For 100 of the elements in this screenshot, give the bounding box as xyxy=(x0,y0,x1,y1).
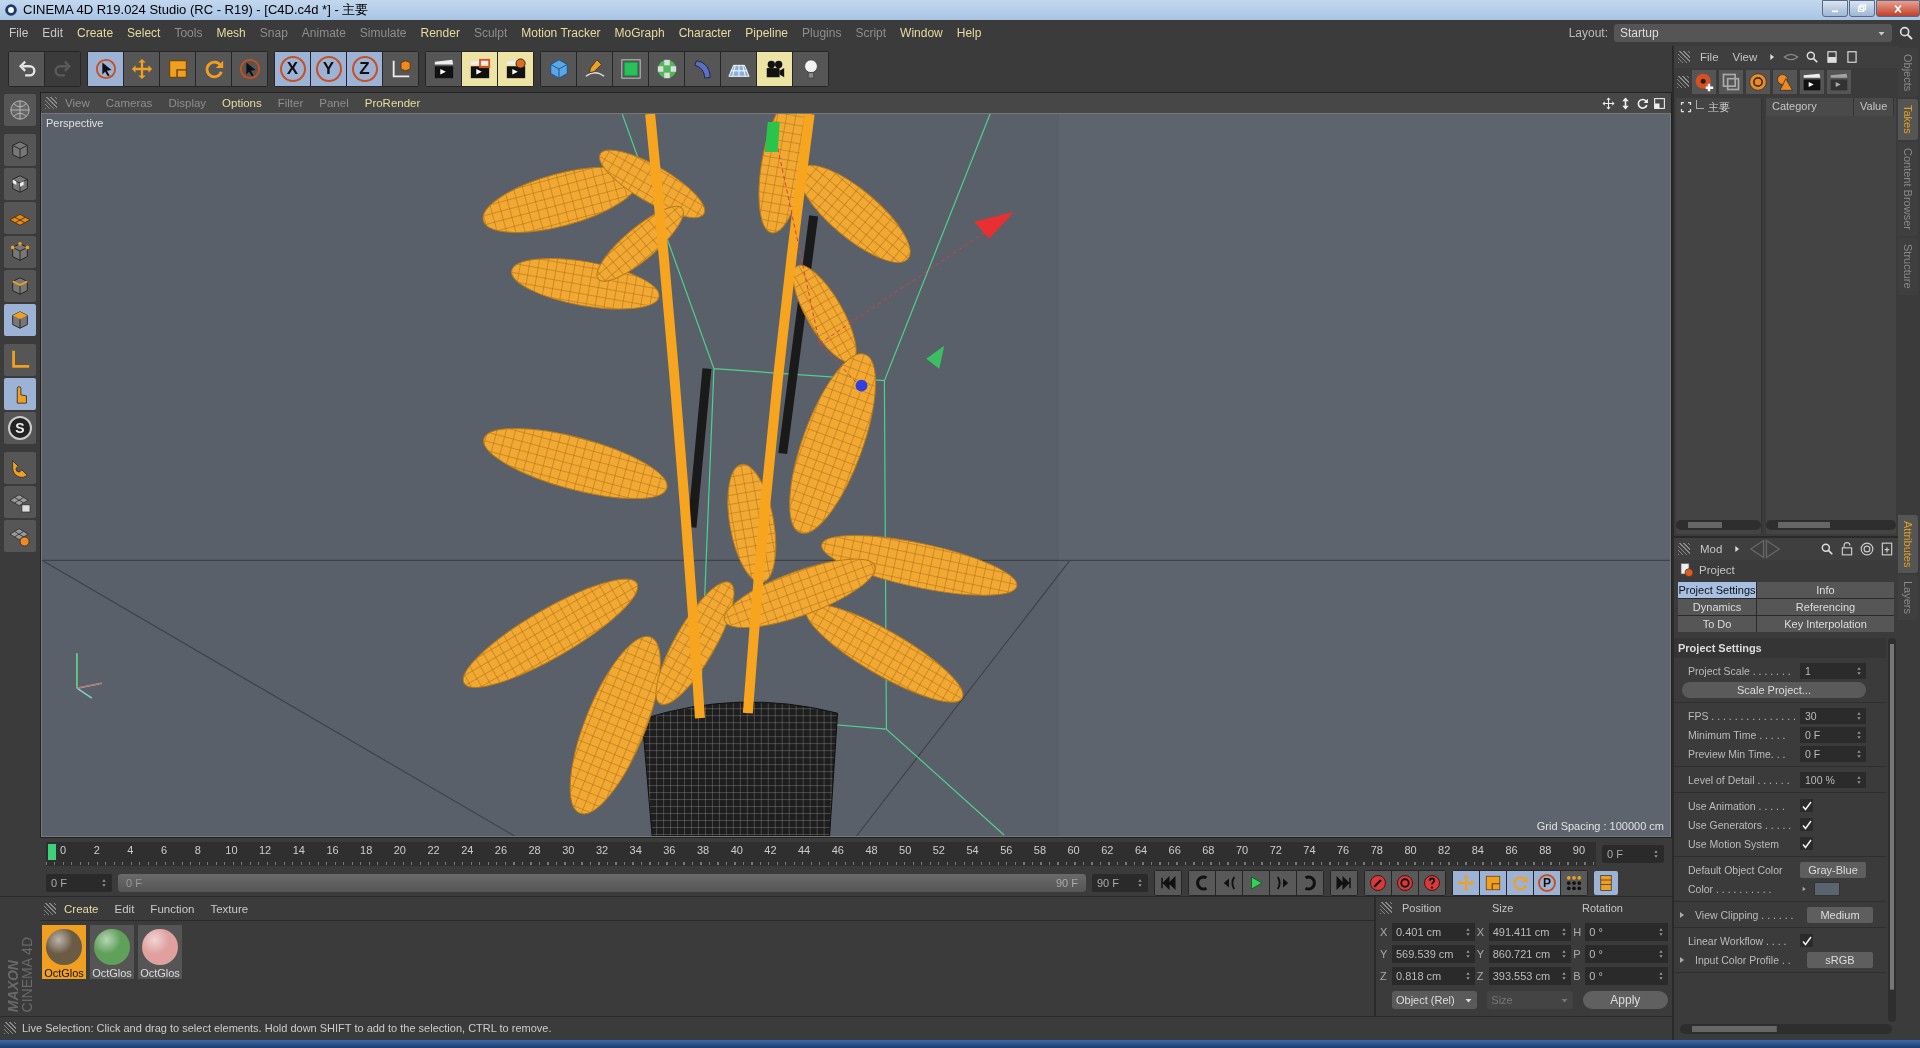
grip-icon[interactable] xyxy=(44,902,56,915)
record-button[interactable] xyxy=(1392,871,1418,895)
menu-item[interactable]: File xyxy=(2,26,36,40)
tab[interactable]: Project Settings xyxy=(1678,582,1756,598)
grip-icon[interactable] xyxy=(1678,543,1690,555)
minimize-button[interactable] xyxy=(1822,0,1848,17)
tool-button[interactable] xyxy=(793,52,828,86)
playback-button[interactable] xyxy=(1297,871,1323,895)
menu-item[interactable]: Help xyxy=(949,26,989,40)
horizontal-scrollbar[interactable] xyxy=(1676,520,1761,530)
menu-item[interactable]: ProRender xyxy=(356,97,429,109)
menu-item[interactable]: Mesh xyxy=(209,26,253,40)
material-swatch[interactable]: OctGlos xyxy=(90,925,134,979)
menu-item[interactable]: Motion Tracker xyxy=(514,26,608,40)
material-swatch[interactable]: OctGlos xyxy=(138,925,182,979)
axis-toggle[interactable]: Z xyxy=(347,52,382,86)
tool-button[interactable] xyxy=(1692,70,1716,94)
tool-button[interactable] xyxy=(383,52,418,86)
dropdown[interactable]: Medium xyxy=(1807,906,1873,923)
coordinate-field[interactable]: 0.818 cm xyxy=(1392,967,1475,985)
horizontal-scrollbar[interactable] xyxy=(1680,1024,1892,1034)
number-field[interactable]: 30 xyxy=(1800,707,1866,724)
view-control[interactable] xyxy=(1601,95,1616,111)
axis-toggle[interactable]: Y xyxy=(311,52,346,86)
color-swatch[interactable] xyxy=(1814,881,1840,896)
tool-button[interactable] xyxy=(721,52,756,86)
menu-item[interactable]: Simulate xyxy=(352,26,414,40)
menu-item[interactable]: View xyxy=(1728,51,1762,63)
playback-button[interactable] xyxy=(1155,871,1181,895)
tool-button[interactable]: S xyxy=(4,412,36,444)
tab[interactable]: Dynamics xyxy=(1678,599,1756,615)
playback-button[interactable] xyxy=(1331,871,1357,895)
coordinate-field[interactable]: 491.411 cm xyxy=(1488,923,1572,941)
grip-icon[interactable] xyxy=(1380,902,1392,914)
menu-item[interactable]: Sculpt xyxy=(466,26,515,40)
key-track-toggle[interactable]: P xyxy=(1534,871,1560,895)
tab[interactable]: Referencing xyxy=(1757,599,1894,615)
tool-button[interactable] xyxy=(426,52,461,86)
tool-button[interactable] xyxy=(462,52,497,86)
axis-toggle[interactable]: X xyxy=(275,52,310,86)
menu-item[interactable]: Select xyxy=(120,26,168,40)
tool-button[interactable] xyxy=(498,52,533,86)
coordinate-field[interactable]: 393.553 cm xyxy=(1488,967,1572,985)
menu-item[interactable]: Character xyxy=(671,26,739,40)
material-swatch[interactable]: OctGlos xyxy=(42,925,86,979)
tool-button[interactable] xyxy=(4,168,36,200)
coordinate-field[interactable]: 0 ° xyxy=(1585,967,1668,985)
menu-item[interactable]: Render xyxy=(413,26,467,40)
layout-dropdown[interactable]: Startup xyxy=(1614,24,1892,42)
playback-button[interactable] xyxy=(1243,871,1269,895)
expand-arrow-icon[interactable] xyxy=(1680,911,1684,918)
menu-item[interactable]: Animate xyxy=(294,26,353,40)
menu-item[interactable]: Tools xyxy=(167,26,210,40)
menu-item[interactable]: Plugins xyxy=(795,26,849,40)
grip-icon[interactable] xyxy=(1677,76,1689,88)
coordinate-field[interactable]: 0 ° xyxy=(1585,923,1668,941)
tool-button[interactable] xyxy=(4,486,36,518)
menu-item[interactable]: Create xyxy=(70,26,121,40)
menu-item[interactable]: Function xyxy=(142,902,203,915)
menu-item[interactable]: Mod xyxy=(1696,543,1727,555)
menu-item[interactable]: Create xyxy=(56,902,107,915)
tool-button[interactable] xyxy=(757,52,792,86)
expand-arrow-icon[interactable] xyxy=(1680,956,1684,963)
menu-item[interactable]: Pipeline xyxy=(738,26,796,40)
playback-button[interactable] xyxy=(1189,871,1215,895)
number-field[interactable]: 1 xyxy=(1800,662,1866,679)
menu-item[interactable]: Edit xyxy=(35,26,71,40)
menu-item[interactable]: Snap xyxy=(252,26,295,40)
mode-dropdown[interactable]: Object (Rel) xyxy=(1392,991,1478,1009)
checkbox[interactable] xyxy=(1800,837,1813,850)
coordinate-field[interactable]: 0.401 cm xyxy=(1392,923,1475,941)
record-button[interactable] xyxy=(1419,871,1445,895)
menu-item[interactable]: MoGraph xyxy=(607,26,672,40)
number-field[interactable]: 0 F xyxy=(1800,745,1866,762)
menu-item[interactable]: File xyxy=(1696,51,1723,63)
tab[interactable]: Key Interpolation xyxy=(1757,616,1894,632)
view-control[interactable] xyxy=(1652,95,1667,111)
current-frame-field[interactable]: 0 F xyxy=(1602,845,1664,863)
menu-item[interactable]: Texture xyxy=(202,902,257,915)
menu-item[interactable]: Window xyxy=(893,26,950,40)
tool-button[interactable] xyxy=(88,52,123,86)
tab[interactable]: To Do xyxy=(1678,616,1756,632)
coordinate-field[interactable]: 569.539 cm xyxy=(1392,945,1475,963)
dropdown[interactable]: sRGB xyxy=(1807,951,1873,968)
tool-button[interactable] xyxy=(1800,70,1824,94)
timeline-button[interactable] xyxy=(1594,871,1618,895)
checkbox[interactable] xyxy=(1800,818,1813,831)
number-field[interactable]: 0 F xyxy=(1800,726,1866,743)
playback-button[interactable] xyxy=(1270,871,1296,895)
checkbox[interactable] xyxy=(1800,799,1813,812)
coordinate-field[interactable]: 0 ° xyxy=(1585,945,1668,963)
menu-item[interactable]: Options xyxy=(214,97,270,109)
coordinate-field[interactable]: 860.721 cm xyxy=(1488,945,1572,963)
grip-icon[interactable] xyxy=(45,97,57,109)
restore-button[interactable] xyxy=(1849,0,1875,17)
checkbox[interactable] xyxy=(1800,934,1813,947)
end-frame-field[interactable]: 90 F xyxy=(1092,874,1148,892)
horizontal-scrollbar[interactable] xyxy=(1766,520,1896,530)
menu-item[interactable]: Script xyxy=(848,26,894,40)
start-frame-field[interactable]: 0 F xyxy=(46,874,112,892)
